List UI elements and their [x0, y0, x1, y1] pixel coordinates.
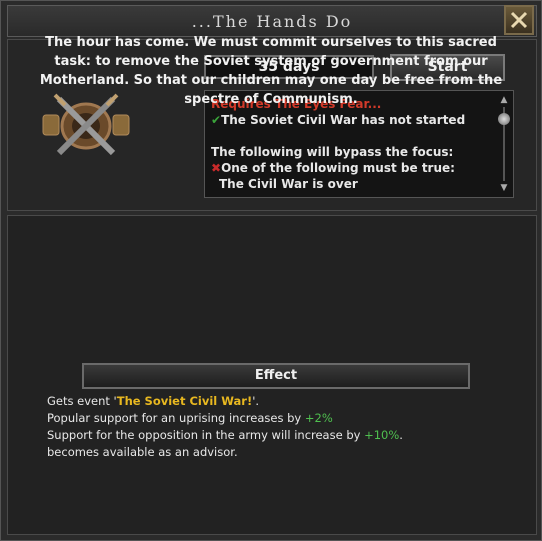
- bypass-condition: The Civil War is over: [219, 177, 358, 191]
- effect-line: Gets event 'The Soviet Civil War!'.: [47, 393, 507, 410]
- effect-text: Popular support for an uprising increase…: [47, 411, 305, 425]
- effect-value: +2%: [304, 411, 333, 425]
- effect-line: Popular support for an uprising increase…: [47, 410, 507, 427]
- focus-description: The hour has come. We must commit oursel…: [39, 35, 503, 107]
- focus-window: ...The Hands Do 35 days Start Requires T…: [0, 0, 542, 541]
- requirement-line: ✖One of the following must be true:: [211, 160, 496, 176]
- requirements-scrollbar[interactable]: ▲ ▼: [497, 95, 511, 195]
- check-icon: ✔: [211, 113, 222, 127]
- requirements-list: Requires The Eyes Fear... ✔The Soviet Ci…: [211, 96, 496, 192]
- close-button[interactable]: [504, 5, 534, 35]
- effect-list: Gets event 'The Soviet Civil War!'. Popu…: [47, 393, 507, 461]
- effect-text: Support for the opposition in the army w…: [47, 428, 365, 442]
- effect-text: .: [399, 428, 403, 442]
- event-link[interactable]: The Soviet Civil War!: [117, 394, 252, 408]
- effect-text: Gets event ': [47, 394, 117, 408]
- effect-line: Support for the opposition in the army w…: [47, 427, 507, 444]
- effect-text: '.: [252, 394, 260, 408]
- requirement-text: The Soviet Civil War has not started: [221, 113, 466, 127]
- scroll-thumb[interactable]: [498, 113, 510, 125]
- window-title: ...The Hands Do: [191, 12, 353, 31]
- scroll-down-arrow-icon[interactable]: ▼: [498, 183, 510, 193]
- effect-header: Effect: [82, 363, 470, 389]
- cross-icon: ✖: [211, 161, 222, 175]
- requirement-line: ✔The Soviet Civil War has not started: [211, 112, 496, 128]
- close-icon: [510, 11, 528, 29]
- effect-line: becomes available as an advisor.: [47, 445, 238, 459]
- bypass-heading: The following will bypass the focus:: [211, 145, 454, 159]
- effect-value: +10%: [364, 428, 400, 442]
- requirement-text: One of the following must be true:: [221, 161, 455, 175]
